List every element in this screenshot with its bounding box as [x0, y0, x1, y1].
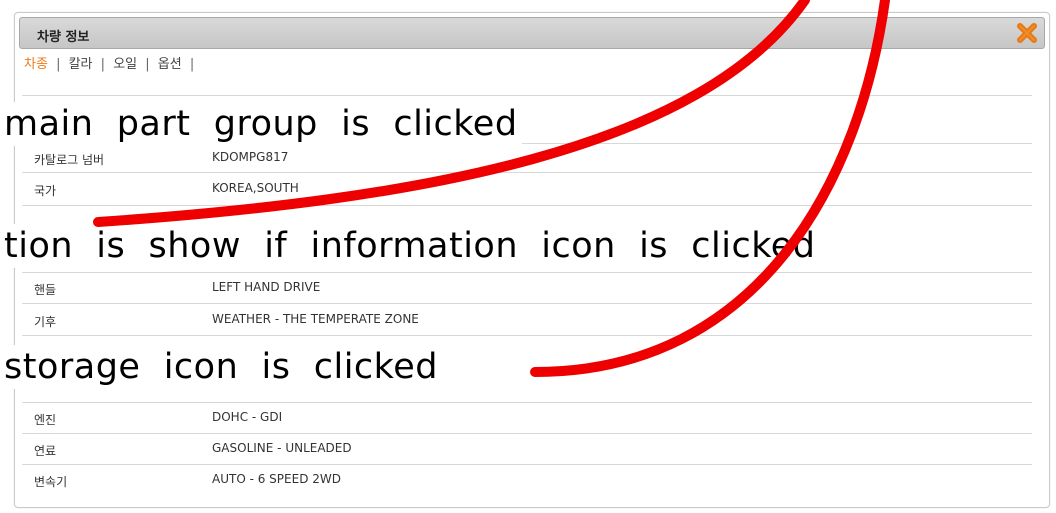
row-divider	[22, 335, 1032, 336]
tab-separator: |	[145, 57, 150, 72]
close-x-icon[interactable]	[1016, 22, 1038, 44]
row-divider	[22, 205, 1032, 206]
screenshot-stage: 차량 정보 차종 | 칼라 | 오일 | 옵션 | 카탈로그 넘버 KDOMPG…	[0, 0, 1056, 513]
row-label: 국가	[34, 184, 57, 198]
row-divider	[22, 172, 1032, 173]
annotation-text-storage-icon: storage icon is clicked	[0, 345, 442, 389]
table-row: 국가 KOREA,SOUTH	[22, 177, 1032, 201]
tab-separator: |	[100, 57, 106, 72]
tab-options[interactable]: 옵션	[158, 57, 182, 72]
annotation-text-main-part-group: main part group is clicked	[0, 102, 522, 146]
tab-oil[interactable]: 오일	[113, 57, 137, 72]
row-value: LEFT HAND DRIVE	[212, 280, 321, 294]
tab-vehicle-type[interactable]: 차종	[24, 57, 48, 72]
table-row: 기후 WEATHER - THE TEMPERATE ZONE	[22, 308, 1032, 332]
table-row: 카탈로그 넘버 KDOMPG817	[22, 146, 1032, 170]
row-value: AUTO - 6 SPEED 2WD	[212, 472, 341, 486]
table-row: 변속기 AUTO - 6 SPEED 2WD	[22, 468, 1032, 492]
row-value: KDOMPG817	[212, 150, 289, 164]
row-label: 카탈로그 넘버	[34, 153, 105, 167]
table-row: 연료 GASOLINE - UNLEADED	[22, 437, 1032, 461]
row-divider	[22, 95, 1032, 96]
row-divider	[22, 464, 1032, 465]
tab-separator: |	[189, 57, 195, 72]
row-label: 핸들	[34, 283, 57, 297]
row-value: GASOLINE - UNLEADED	[212, 441, 352, 455]
row-label: 기후	[34, 315, 57, 329]
annotation-text-information-icon: tion is show if information icon is clic…	[0, 224, 820, 268]
row-label: 엔진	[34, 413, 57, 427]
table-row: 핸들 LEFT HAND DRIVE	[22, 276, 1032, 300]
row-divider	[22, 402, 1032, 403]
row-label: 변속기	[34, 475, 68, 489]
tab-bar: 차종 | 칼라 | 오일 | 옵션 |	[24, 53, 198, 72]
row-value: WEATHER - THE TEMPERATE ZONE	[212, 312, 419, 326]
row-value: KOREA,SOUTH	[212, 181, 299, 195]
tab-color[interactable]: 칼라	[69, 57, 93, 72]
row-label: 연료	[34, 444, 57, 458]
row-value: DOHC - GDI	[212, 410, 283, 424]
dialog-titlebar: 차량 정보	[19, 17, 1045, 49]
dialog-title: 차량 정보	[37, 30, 90, 45]
row-divider	[22, 433, 1032, 434]
tab-separator: |	[56, 57, 61, 72]
row-divider	[22, 272, 1032, 273]
row-divider	[22, 303, 1032, 304]
table-row: 엔진 DOHC - GDI	[22, 406, 1032, 430]
